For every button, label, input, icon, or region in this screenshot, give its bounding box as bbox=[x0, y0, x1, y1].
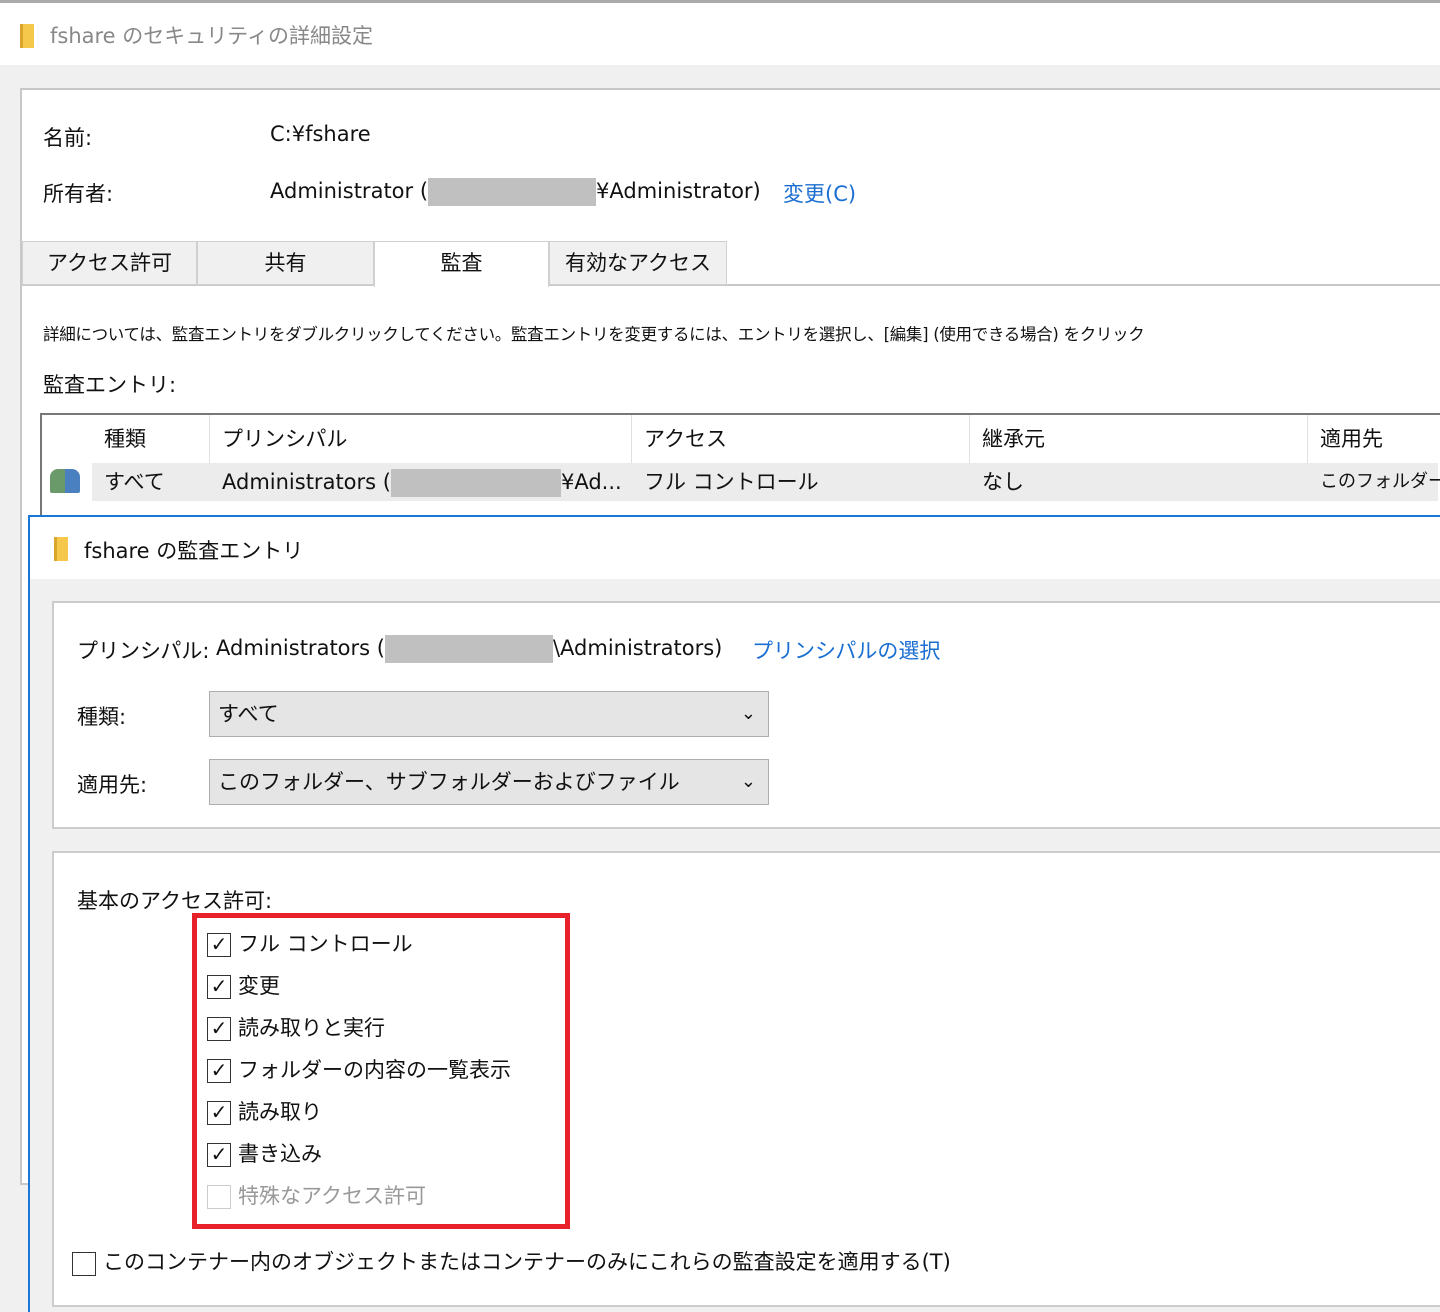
info-text: 詳細については、監査エントリをダブルクリックしてください。監査エントリを変更する… bbox=[43, 325, 1145, 344]
checkbox-modify[interactable]: ✓ bbox=[207, 975, 231, 999]
row-principal: Administrators ( ¥Ad... bbox=[222, 463, 622, 501]
checkbox-container-only[interactable] bbox=[72, 1252, 96, 1276]
col-principal[interactable]: プリンシパル bbox=[210, 415, 632, 463]
checkbox-full-control[interactable]: ✓ bbox=[207, 933, 231, 957]
col-inherited[interactable]: 継承元 bbox=[970, 415, 1308, 463]
name-label: 名前: bbox=[43, 126, 93, 150]
principal-prefix: Administrators ( bbox=[222, 470, 391, 494]
tab-permissions[interactable]: アクセス許可 bbox=[22, 241, 197, 285]
checkbox-list-folder[interactable]: ✓ bbox=[207, 1059, 231, 1083]
owner-prefix: Administrator ( bbox=[270, 179, 429, 203]
redacted bbox=[428, 178, 597, 206]
redacted bbox=[390, 469, 561, 497]
col-access[interactable]: アクセス bbox=[632, 415, 970, 463]
label-read: 読み取り bbox=[238, 1100, 322, 1124]
checkbox-special[interactable] bbox=[207, 1185, 231, 1209]
principal-label: プリンシパル: bbox=[77, 639, 210, 663]
users-icon bbox=[50, 469, 80, 493]
col-type[interactable]: 種類 bbox=[92, 415, 210, 463]
applies-label: 適用先: bbox=[77, 773, 148, 797]
entries-label: 監査エントリ: bbox=[43, 373, 177, 397]
label-write: 書き込み bbox=[238, 1142, 322, 1166]
label-modify: 変更 bbox=[238, 974, 280, 998]
change-owner-link[interactable]: 変更(C) bbox=[783, 178, 856, 208]
owner-label: 所有者: bbox=[43, 182, 114, 206]
principal-suffix: ¥Ad... bbox=[560, 470, 622, 494]
applies-select[interactable]: このフォルダー、サブフォルダーおよびファイル ⌄ bbox=[209, 759, 769, 805]
tab-auditing[interactable]: 監査 bbox=[374, 241, 549, 287]
checkbox-read[interactable]: ✓ bbox=[207, 1101, 231, 1125]
label-full-control: フル コントロール bbox=[238, 932, 413, 956]
row-access: フル コントロール bbox=[644, 470, 819, 494]
chevron-down-icon: ⌄ bbox=[740, 771, 756, 792]
col-applies[interactable]: 適用先 bbox=[1308, 415, 1436, 463]
label-container-only: このコンテナー内のオブジェクトまたはコンテナーのみにこれらの監査設定を適用する(… bbox=[103, 1250, 951, 1274]
folder-icon bbox=[20, 24, 34, 48]
table-row[interactable]: すべて Administrators (¥Ad... フル コントロール なし … bbox=[50, 463, 1440, 501]
owner-value: Administrator ( ¥Administrator) bbox=[270, 178, 761, 206]
applies-value: このフォルダー、サブフォルダーおよびファイル bbox=[218, 770, 680, 794]
owner-suffix: ¥Administrator) bbox=[596, 179, 761, 203]
principal-prefix: Administrators ( bbox=[216, 636, 385, 660]
tab-effective-access[interactable]: 有効なアクセス bbox=[549, 241, 727, 285]
label-read-execute: 読み取りと実行 bbox=[238, 1016, 385, 1040]
principal-suffix: \Administrators) bbox=[552, 636, 723, 660]
folder-icon bbox=[54, 537, 68, 561]
type-select[interactable]: すべて ⌄ bbox=[209, 691, 769, 737]
audit-entries-table: 種類 プリンシパル アクセス 継承元 適用先 すべて Administrator… bbox=[40, 413, 1440, 523]
checkbox-write[interactable]: ✓ bbox=[207, 1143, 231, 1167]
row-applies: このフォルダー bbox=[1320, 471, 1440, 492]
principal-value: Administrators ( \Administrators) bbox=[216, 635, 722, 663]
label-special: 特殊なアクセス許可 bbox=[238, 1184, 426, 1208]
row-inherited: なし bbox=[982, 470, 1024, 494]
basic-permissions-label: 基本のアクセス許可: bbox=[77, 889, 273, 913]
row-type: すべて bbox=[104, 470, 165, 494]
redacted bbox=[384, 635, 553, 663]
checkbox-read-execute[interactable]: ✓ bbox=[207, 1017, 231, 1041]
type-label: 種類: bbox=[77, 705, 127, 729]
select-principal-link[interactable]: プリンシパルの選択 bbox=[752, 635, 940, 665]
tab-sharing[interactable]: 共有 bbox=[197, 241, 374, 285]
type-value: すべて bbox=[218, 702, 279, 726]
dialog-title: fshare の監査エントリ bbox=[84, 539, 304, 563]
label-list-folder: フォルダーの内容の一覧表示 bbox=[238, 1058, 511, 1082]
name-value: C:¥fshare bbox=[270, 122, 371, 146]
window-title: fshare のセキュリティの詳細設定 bbox=[50, 24, 374, 48]
chevron-down-icon: ⌄ bbox=[740, 703, 756, 724]
